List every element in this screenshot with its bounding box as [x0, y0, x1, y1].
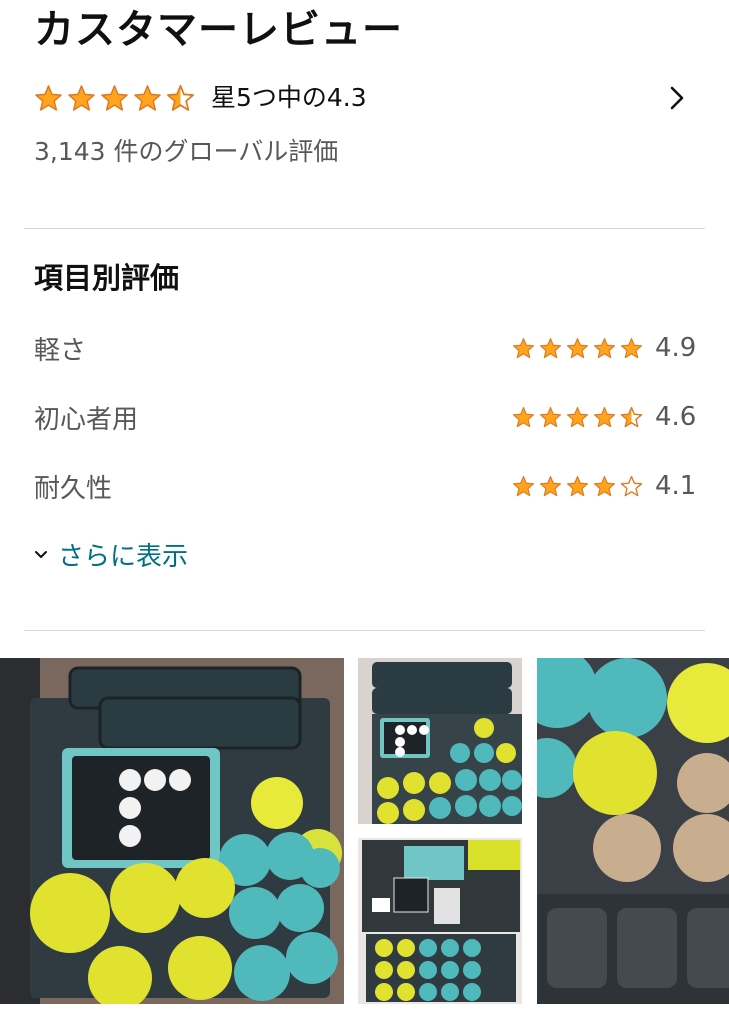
star-full-icon: [566, 337, 589, 360]
feature-stars: [512, 475, 647, 498]
star-full-icon: [100, 84, 129, 113]
show-more-label: さらに表示: [58, 541, 189, 572]
feature-stars: [512, 337, 647, 360]
feature-row-lightness: 軽さ 4.9: [34, 326, 697, 370]
star-full-icon: [539, 406, 562, 429]
divider: [24, 228, 705, 229]
feature-score: 4.9: [655, 333, 697, 363]
feature-score: 4.6: [655, 402, 697, 432]
star-full-icon: [566, 406, 589, 429]
star-full-icon: [512, 406, 535, 429]
star-full-icon: [67, 84, 96, 113]
review-photo[interactable]: [358, 838, 522, 1004]
feature-name: 軽さ: [34, 335, 87, 366]
review-photo-gallery: [0, 658, 729, 1004]
review-photo[interactable]: [537, 658, 729, 1004]
feature-name: 初心者用: [34, 404, 139, 435]
overall-rating-text: 星5つ中の4.3: [211, 83, 367, 112]
global-rating-count: 3,143 件のグローバル評価: [34, 137, 339, 166]
page-title: カスタマーレビュー: [34, 7, 403, 53]
star-full-icon: [133, 84, 162, 113]
feature-stars: [512, 406, 647, 429]
feature-ratings-title: 項目別評価: [34, 261, 180, 295]
overall-rating-row[interactable]: 星5つ中の4.3: [34, 78, 695, 118]
feature-row-durability: 耐久性 4.1: [34, 464, 697, 508]
star-full-icon: [34, 84, 63, 113]
chevron-right-icon[interactable]: [659, 80, 695, 116]
star-full-icon: [593, 337, 616, 360]
show-more-link[interactable]: さらに表示: [32, 532, 188, 576]
star-full-icon: [539, 337, 562, 360]
star-full-icon: [512, 337, 535, 360]
star-full-icon: [593, 475, 616, 498]
divider: [24, 630, 705, 631]
feature-row-beginner: 初心者用 4.6: [34, 395, 697, 439]
feature-name: 耐久性: [34, 473, 113, 504]
star-full-icon: [539, 475, 562, 498]
star-full-icon: [566, 475, 589, 498]
star-full-icon: [620, 337, 643, 360]
star-half-icon: [166, 84, 195, 113]
chevron-down-icon: [32, 545, 50, 563]
star-full-icon: [512, 475, 535, 498]
review-photo[interactable]: [358, 658, 522, 824]
overall-stars: [34, 84, 199, 113]
star-full-icon: [593, 406, 616, 429]
feature-score: 4.1: [655, 471, 697, 501]
star-half-icon: [620, 406, 643, 429]
review-photo[interactable]: [0, 658, 344, 1004]
star-empty-icon: [620, 475, 643, 498]
